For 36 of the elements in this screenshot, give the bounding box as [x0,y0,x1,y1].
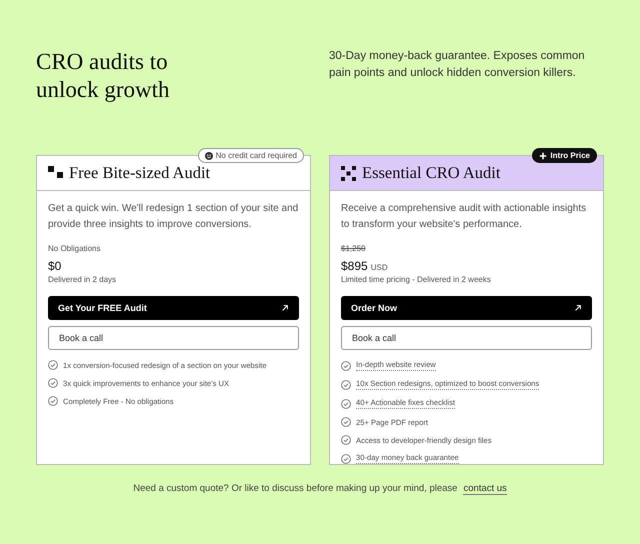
primary-button[interactable]: Get Your FREE Audit [48,296,299,320]
arrow-icon [574,304,582,312]
badge: Intro Price [532,148,597,164]
check-circle-icon [341,435,351,446]
book-call-button[interactable]: Book a call [341,326,592,350]
check-circle-icon [341,454,351,464]
check-circle-icon [48,378,58,388]
page-title: CRO audits to unlock growth [36,48,171,104]
delivery-note: Limited time pricing - Delivered in 2 weeks [341,275,492,284]
plan-name: Free Bite-sized Audit [69,163,210,184]
old-price: $1,250 [341,244,366,254]
plan-name: Essential CRO Audit [362,163,500,184]
squares-icon [341,166,356,181]
smiley-icon [204,152,213,160]
price: $895 [341,259,368,274]
footer-text: Need a custom quote? Or like to discuss before making up your mind, please [133,483,458,496]
price-note: No Obligations [48,244,102,254]
primary-button[interactable]: Order Now [341,296,592,320]
check-circle-icon [48,396,58,406]
check-circle-icon [341,360,351,371]
plus-icon [539,152,548,160]
plan-description: Get a quick win. We'll redesign 1 section of your site and provide three insights to improve conversions. [48,202,299,232]
badge: No credit card required [198,148,304,164]
check-circle-icon [48,360,58,370]
currency: USD [370,263,388,272]
arrow-icon [281,304,289,312]
check-circle-icon [341,398,351,409]
plan-description: Receive a comprehensive audit with actionable insights to transform your website's performance. [341,202,588,232]
page-subtitle: 30-Day money-back guarantee. Exposes common pain points and unlock hidden conversion killers. [329,49,586,81]
delivery-note: Delivered in 2 days [48,275,118,284]
book-call-button[interactable]: Book a call [48,326,299,350]
check-circle-icon [341,417,351,428]
check-circle-icon [341,380,351,390]
contact-link[interactable]: contact us [463,483,507,496]
squares-icon [48,166,63,181]
price: $0 [48,259,62,274]
